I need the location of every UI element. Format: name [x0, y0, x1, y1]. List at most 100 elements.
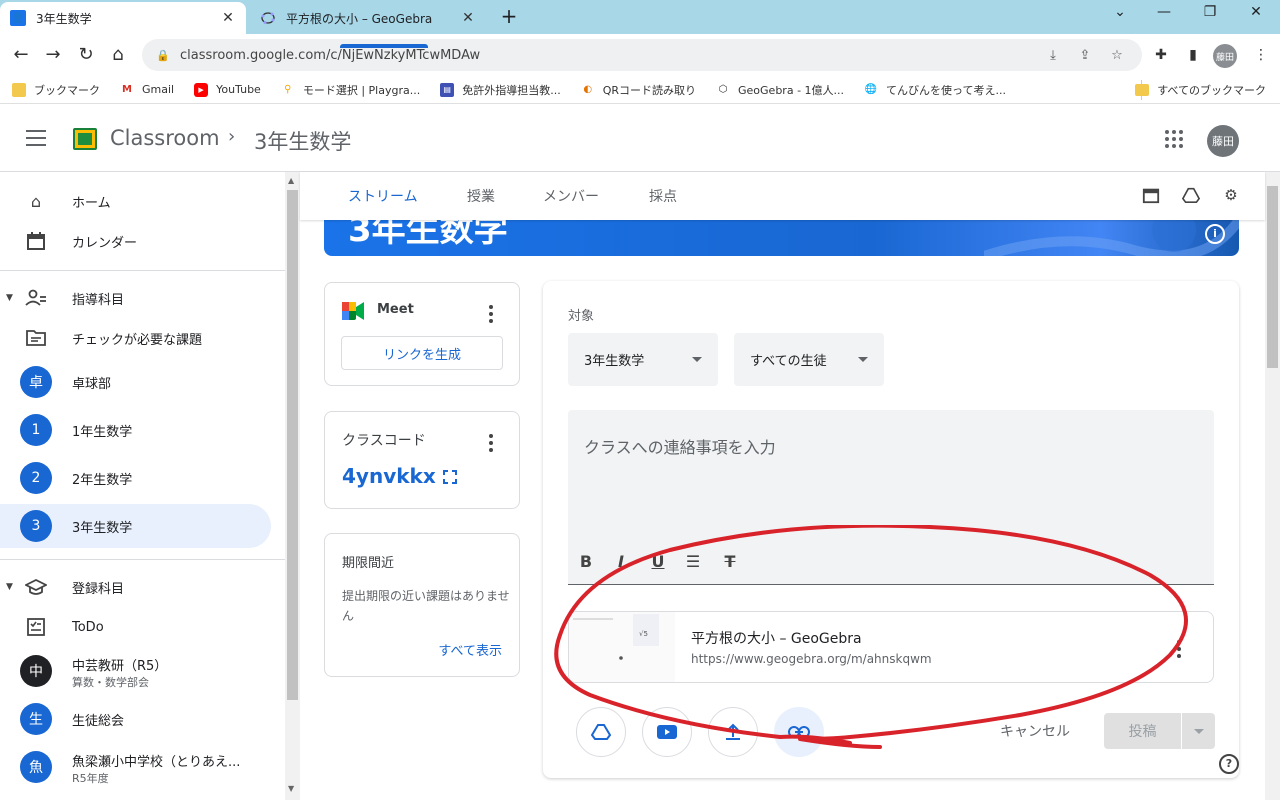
reload-icon[interactable]: ↻	[75, 44, 97, 66]
bookmark-geogebra[interactable]: ⬡ GeoGebra - 1億人...	[716, 82, 844, 98]
add-drive-button[interactable]	[576, 707, 626, 757]
browser-menu-icon[interactable]: ⋮	[1250, 44, 1272, 66]
calendar-icon	[24, 229, 48, 253]
side-panel-icon[interactable]: ▮	[1182, 44, 1204, 66]
minimize-icon[interactable]: —	[1152, 4, 1176, 20]
add-link-button[interactable]	[774, 707, 824, 757]
bookmark-star-icon[interactable]: ☆	[1106, 48, 1128, 63]
main-scrollbar[interactable]	[1265, 172, 1280, 800]
active-tab-indicator	[340, 44, 428, 48]
bookmark-gmail[interactable]: M Gmail	[120, 83, 174, 97]
sidebar-scrollbar[interactable]: ▲ ▼	[285, 172, 300, 800]
close-tab-icon[interactable]: ✕	[220, 10, 236, 26]
sidebar-section-teaching[interactable]: ▼ 指導科目	[0, 276, 271, 320]
site-info-icon[interactable]: 🔒	[156, 49, 170, 62]
scroll-up-icon[interactable]: ▲	[288, 176, 294, 185]
scrollbar-thumb[interactable]	[287, 190, 298, 700]
upload-button[interactable]	[708, 707, 758, 757]
bookmark-globe[interactable]: 🌐 てんびんを使って考え...	[864, 82, 1006, 98]
calendar-icon[interactable]	[1141, 186, 1161, 206]
sidebar-item-class-1[interactable]: 1 1年生数学	[0, 408, 271, 452]
classroom-logo-icon[interactable]	[73, 128, 97, 150]
sidebar-item-class-2[interactable]: 2 2年生数学	[0, 456, 271, 500]
bookmark-label: すべてのブックマーク	[1157, 84, 1266, 97]
students-select[interactable]: すべての生徒	[734, 333, 884, 386]
back-arrow-icon[interactable]: ←	[10, 44, 32, 66]
bookmark-form[interactable]: ▤ 免許外指導担当教...	[440, 82, 561, 98]
underline-icon[interactable]: U	[648, 552, 668, 571]
home-button-icon[interactable]: ⌂	[107, 44, 129, 66]
sidebar-item-class-takkyu[interactable]: 卓 卓球部	[0, 360, 271, 404]
google-apps-icon[interactable]	[1165, 130, 1183, 148]
meet-card: Meet リンクを生成	[324, 282, 520, 386]
extensions-icon[interactable]: ✚	[1150, 44, 1172, 66]
tab-classwork[interactable]: 授業	[467, 186, 495, 206]
generate-link-button[interactable]: リンクを生成	[341, 336, 503, 370]
scrollbar-thumb[interactable]	[1267, 186, 1278, 368]
attachment-url: https://www.geogebra.org/m/ahnskqwm	[691, 652, 932, 666]
sidebar-item-home[interactable]: ⌂ ホーム	[0, 179, 271, 223]
settings-gear-icon[interactable]: ⚙	[1221, 186, 1241, 206]
class-code-value: 4ynvkkx	[342, 464, 436, 488]
add-youtube-button[interactable]	[642, 707, 692, 757]
share-icon[interactable]: ⇪	[1074, 48, 1096, 63]
post-button[interactable]: 投稿	[1104, 713, 1181, 749]
fullscreen-icon[interactable]	[443, 470, 457, 484]
browser-tab-classroom[interactable]: 👤 3年生数学 ✕	[0, 2, 246, 34]
italic-icon[interactable]: I	[611, 552, 631, 571]
tab-grades[interactable]: 採点	[649, 186, 677, 206]
classroom-brand[interactable]: Classroom	[110, 126, 220, 150]
more-options-icon[interactable]	[1177, 640, 1181, 658]
cancel-button[interactable]: キャンセル	[1000, 721, 1070, 741]
scroll-down-icon[interactable]: ▼	[288, 784, 294, 793]
bookmark-qr[interactable]: ◐ QRコード読み取り	[581, 82, 696, 98]
sidebar-item-chugei[interactable]: 中 中芸教研（R5） 算数・数学部会	[0, 649, 271, 693]
bookmark-playground[interactable]: ⚲ モード選択 | Playgra...	[281, 82, 420, 98]
caret-down-icon: ▼	[6, 293, 13, 303]
sidebar-item-calendar[interactable]: カレンダー	[0, 219, 271, 263]
sidebar-item-seito[interactable]: 生 生徒総会	[0, 697, 271, 741]
attachment-title[interactable]: 平方根の大小 – GeoGebra	[691, 628, 862, 648]
info-icon[interactable]: i	[1205, 224, 1225, 244]
post-options-dropdown[interactable]	[1182, 713, 1215, 749]
tab-stream[interactable]: ストリーム	[348, 186, 418, 206]
restore-icon[interactable]: ❐	[1198, 4, 1222, 20]
install-icon[interactable]: ⤓	[1042, 48, 1064, 63]
account-avatar[interactable]: 藤田	[1207, 125, 1239, 157]
view-all-link[interactable]: すべて表示	[438, 640, 502, 659]
clear-formatting-icon[interactable]: T	[720, 552, 740, 571]
more-options-icon[interactable]	[489, 305, 493, 323]
sidebar-item-todo[interactable]: ToDo	[0, 605, 271, 649]
close-tab-icon[interactable]: ✕	[460, 10, 476, 26]
tab-people[interactable]: メンバー	[543, 186, 599, 206]
main-menu-icon[interactable]	[24, 126, 48, 150]
youtube-icon: ▶	[194, 82, 209, 97]
sidebar-section-enrolled[interactable]: ▼ 登録科目	[0, 565, 271, 609]
window-close-icon[interactable]: ✕	[1244, 4, 1268, 20]
svg-text:√5: √5	[639, 630, 648, 638]
bookmark-label: Gmail	[142, 83, 175, 96]
sidebar-item-label: ホーム	[72, 195, 111, 211]
sidebar-item-yanase[interactable]: 魚 魚梁瀬小中学校（とりあえ... R5年度	[0, 745, 271, 789]
link-attachment[interactable]: √5 平方根の大小 – GeoGebra https://www.geogebr…	[568, 611, 1214, 683]
more-options-icon[interactable]	[489, 434, 493, 452]
address-bar[interactable]: 🔒 classroom.google.com/c/NjEwNzkyMTcwMDA…	[142, 39, 1142, 71]
sidebar-item-to-review[interactable]: チェックが必要な課題	[0, 316, 271, 360]
drive-icon[interactable]	[1181, 186, 1201, 206]
bookmark-youtube[interactable]: ▶ YouTube	[194, 82, 261, 97]
audience-label: 対象	[568, 309, 595, 324]
announcement-input[interactable]: クラスへの連絡事項を入力 B I U ☰ T	[568, 410, 1214, 585]
bookmark-folder[interactable]: ブックマーク	[12, 82, 100, 98]
new-tab-button[interactable]: +	[497, 4, 521, 28]
browser-profile-avatar[interactable]: 藤田	[1213, 44, 1237, 68]
browser-tab-geogebra[interactable]: 平方根の大小 – GeoGebra ✕	[250, 2, 486, 34]
class-select[interactable]: 3年生数学	[568, 333, 718, 386]
forward-arrow-icon[interactable]: →	[42, 44, 64, 66]
bulleted-list-icon[interactable]: ☰	[683, 552, 703, 571]
tab-search-icon[interactable]: ⌄	[1108, 4, 1132, 20]
help-icon[interactable]: ?	[1219, 754, 1239, 774]
sidebar-item-class-3[interactable]: 3 3年生数学	[0, 504, 271, 548]
all-bookmarks[interactable]: すべてのブックマーク	[1135, 82, 1266, 98]
bold-icon[interactable]: B	[576, 552, 596, 571]
url-text[interactable]: classroom.google.com/c/NjEwNzkyMTcwMDAw	[180, 48, 1032, 63]
